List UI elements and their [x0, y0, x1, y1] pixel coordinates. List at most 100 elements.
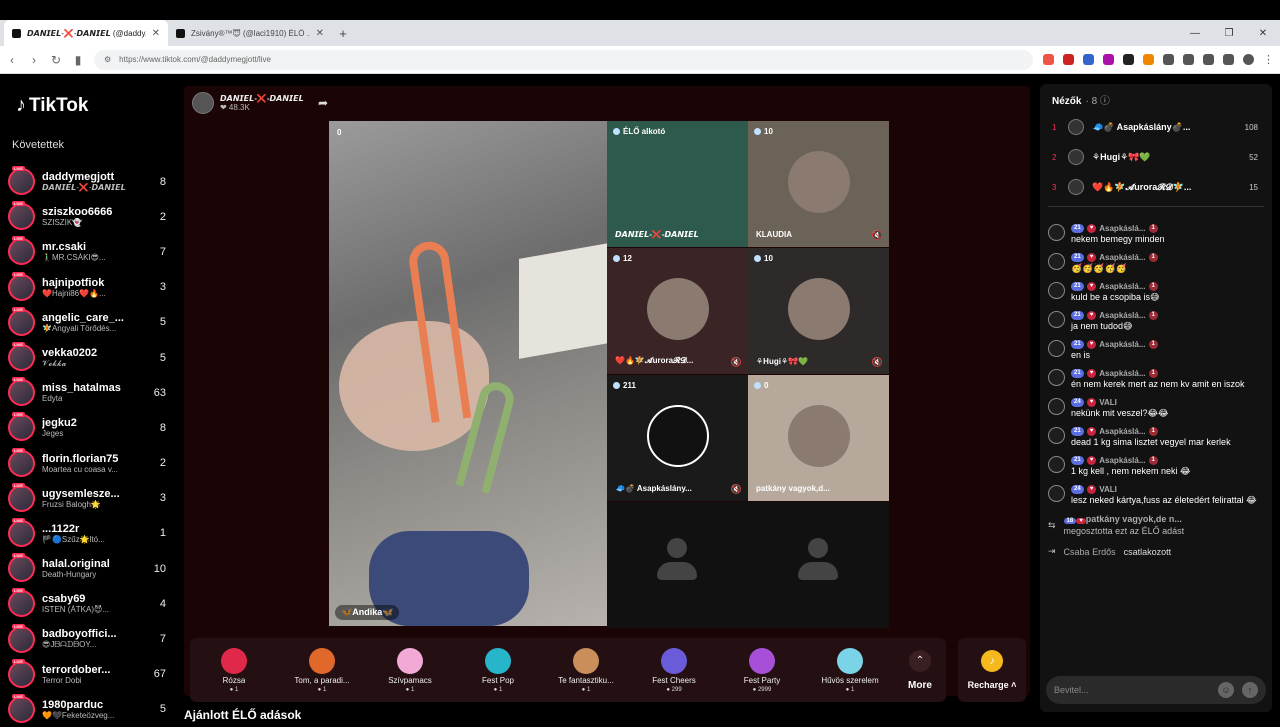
extension-icon[interactable] — [1183, 54, 1194, 65]
guest-tile[interactable]: 211 🧢💣 Asapkáslány... 🔇 — [607, 375, 748, 501]
menu-icon[interactable]: ⋮ — [1263, 53, 1274, 66]
following-item[interactable]: LIVE csaby69 ISTEN (ÁTKA)😈... 4 — [8, 586, 174, 621]
gift-item[interactable]: Szívpamacs ● 1 — [366, 647, 454, 693]
following-name: halal.original — [42, 558, 110, 571]
viewers-title: Nézők · 8 ⓘ — [1052, 96, 1110, 107]
new-tab-button[interactable]: + — [332, 20, 354, 46]
host-info[interactable]: 𝘿𝘼𝙉𝙄𝙀𝙇-❌-𝘿𝘼𝙉𝙄𝙀𝙇 ❤ 48.3K — [192, 92, 304, 114]
top-viewer-row[interactable]: 2 ⚘Hugi⚘🎀💚 52 — [1040, 142, 1272, 172]
heart-badge: ♥ — [1086, 369, 1097, 378]
extension-icon[interactable] — [1043, 54, 1054, 65]
following-item[interactable]: LIVE ugysemlesze... Fruzsi Balogh🌟 3 — [8, 481, 174, 516]
chat-message[interactable]: 21 ♥ Asapkáslá... 1 kuld be a csopiba is… — [1048, 282, 1266, 303]
forward-icon[interactable]: › — [28, 53, 40, 67]
guest-tile[interactable]: 12 ❤️🔥🧚𝓐urora𝓡𝓓... 🔇 — [607, 248, 748, 374]
chat-message[interactable]: 21 ♥ Asapkáslá... 1 ja nem tudod😅 — [1048, 311, 1266, 332]
chat-message[interactable]: 24 ♥ VALI lesz neked kártya,fuss az élet… — [1048, 485, 1266, 506]
back-icon[interactable]: ‹ — [6, 53, 18, 67]
reload-icon[interactable]: ↻ — [50, 53, 62, 67]
following-item[interactable]: LIVE terrordober... Terror Dobi 67 — [8, 657, 174, 692]
following-item[interactable]: LIVE badboyoffici... 😎JᗷᗩᗪᗷOY... 7 — [8, 621, 174, 656]
following-item[interactable]: LIVE vekka0202 𝓥𝓮𝓴𝓴𝓪 5 — [8, 340, 174, 375]
following-name: mr.csaki — [42, 241, 87, 254]
share-icon[interactable]: ➦ — [318, 96, 328, 110]
following-item[interactable]: LIVE miss_hatalmas Edyta 63 — [8, 375, 174, 410]
gift-item[interactable]: Fest Pop ● 1 — [454, 647, 542, 693]
bookmark-icon[interactable]: ▮ — [72, 53, 84, 67]
following-item[interactable]: LIVE ...1122r 🏴🔵Szűz🌟ltó... 1 — [8, 516, 174, 551]
url-field[interactable]: ⚙ https://www.tiktok.com/@daddymegjott/l… — [94, 49, 1033, 70]
following-item[interactable]: LIVE halal.original Death-Hungary 10 — [8, 551, 174, 586]
following-item[interactable]: LIVE mr.csaki 🚶‍♂️MR.CSÁKI😎... 7 — [8, 234, 174, 269]
site-info-icon[interactable]: ⚙ — [104, 55, 111, 64]
profile-icon[interactable] — [1243, 54, 1254, 65]
avatar — [1048, 485, 1065, 502]
following-item[interactable]: LIVE 1980parduc 🧡🖤Feketeözveg... 5 — [8, 692, 174, 727]
gift-icon — [397, 647, 423, 674]
more-gifts-button[interactable]: ⌃ More — [894, 649, 946, 691]
host-avatar[interactable] — [192, 92, 214, 114]
gift-item[interactable]: Fest Cheers ● 299 — [630, 647, 718, 693]
browser-tab[interactable]: Zsivány®™😇 (@laci1910) ÉLŐ ... ✕ — [168, 20, 332, 46]
guest-tile[interactable]: 0 patkány vagyok,d... — [748, 375, 889, 501]
empty-guest-slot[interactable] — [607, 502, 748, 628]
chat-message[interactable]: 24 ♥ VALI nekünk mit veszel?😂😂 — [1048, 398, 1266, 419]
guest-count: 211 — [613, 381, 636, 390]
top-viewer-row[interactable]: 3 ❤️🔥🧚𝓐urora𝓡𝓓🧚... 15 — [1040, 172, 1272, 202]
tiktok-logo[interactable]: ♪ TikTok — [16, 94, 88, 117]
chat-message[interactable]: 21 ♥ Asapkáslá... 1 1 kg kell , nem neke… — [1048, 456, 1266, 477]
guest-tile[interactable]: 10 KLAUDIA 🔇 — [748, 121, 889, 247]
extension-icon[interactable] — [1203, 54, 1214, 65]
browser-tab-active[interactable]: 𝘿𝘼𝙉𝙄𝙀𝙇-❌-𝘿𝘼𝙉𝙄𝙀𝙇 (@daddy... ✕ — [4, 20, 168, 46]
gift-icon — [749, 647, 775, 674]
extension-icon[interactable] — [1083, 54, 1094, 65]
following-item[interactable]: LIVE florin.florian75 Moartea cu coasa v… — [8, 446, 174, 481]
following-item[interactable]: LIVE hajnipotfiok ❤️Hajni86❤️🔥... 3 — [8, 270, 174, 305]
restore-icon[interactable]: ❐ — [1212, 20, 1246, 46]
guest-avatar — [647, 405, 709, 467]
extension-icon[interactable] — [1123, 54, 1134, 65]
guest-label: 𝘿𝘼𝙉𝙄𝙀𝙇-❌-𝘿𝘼𝙉𝙄𝙀𝙇 — [615, 230, 699, 239]
person-placeholder-icon — [657, 538, 697, 588]
chat-message[interactable]: 21 ♥ Asapkáslá... 1 dead 1 kg sima liszt… — [1048, 427, 1266, 448]
recharge-button[interactable]: ♪ Recharge ˄ — [958, 638, 1026, 702]
following-item[interactable]: LIVE jegku2 Jeges 8 — [8, 410, 174, 445]
chat-user: Asapkáslá... — [1099, 456, 1146, 465]
following-item[interactable]: LIVE daddymegjott 𝘿𝘼𝙉𝙄𝙀𝙇-❌-𝘿𝘼𝙉𝙄𝙀𝙇 8 — [8, 164, 174, 199]
avatar: LIVE — [8, 517, 35, 547]
chat-message[interactable]: 21 ♥ Asapkáslá... 1 en is — [1048, 340, 1266, 361]
tiktok-favicon-icon — [176, 28, 185, 38]
close-tab-icon[interactable]: ✕ — [316, 28, 324, 39]
close-window-icon[interactable]: ✕ — [1246, 20, 1280, 46]
extension-icon[interactable] — [1223, 54, 1234, 65]
share-event: ⇆ 18 ♥ patkány vagyok,de n... megosztotta … — [1048, 514, 1185, 536]
empty-guest-slot[interactable] — [748, 502, 889, 628]
top-viewer-row[interactable]: 1 🧢💣 Asapkáslány💣... 108 — [1040, 112, 1272, 142]
gift-item[interactable]: Hűvös szerelem ● 1 — [806, 647, 894, 693]
chat-message[interactable]: 21 ♥ Asapkáslá... 1 nekem bemegy minden — [1048, 224, 1266, 245]
extension-icon[interactable] — [1063, 54, 1074, 65]
chat-message[interactable]: 21 ♥ Asapkáslá... 1 én nem kerek mert az… — [1048, 369, 1266, 390]
chat-input[interactable] — [1054, 685, 1210, 695]
main-guest-video[interactable]: 0 🦋Andika🦋 — [329, 121, 607, 626]
extension-icon[interactable] — [1143, 54, 1154, 65]
guest-tile[interactable]: 10 ⚘Hugi⚘🎀💚 🔇 — [748, 248, 889, 374]
extension-icon[interactable] — [1163, 54, 1174, 65]
send-icon[interactable]: ↑ — [1242, 682, 1258, 698]
guest-count: 0 — [754, 381, 768, 390]
gift-item[interactable]: Rózsa ● 1 — [190, 647, 278, 693]
minimize-icon[interactable]: — — [1178, 20, 1212, 46]
chat-message[interactable]: 21 ♥ Asapkáslá... 1 🥳🥳🥳🥳🥳 — [1048, 253, 1266, 274]
guest-tile[interactable]: ÉLŐ alkotó 𝘿𝘼𝙉𝙄𝙀𝙇-❌-𝘿𝘼𝙉𝙄𝙀𝙇 — [607, 121, 748, 247]
gift-item[interactable]: Tom, a paradi... ● 1 — [278, 647, 366, 693]
extension-icon[interactable] — [1103, 54, 1114, 65]
following-desc: 🏴🔵Szűz🌟ltó... — [42, 534, 105, 544]
join-event: ⇥ Csaba Erdős csatlakozott — [1048, 546, 1266, 557]
chat-user: Asapkáslá... — [1099, 253, 1146, 262]
following-item[interactable]: LIVE angelic_care_... 🧚Angyali Törődés..… — [8, 305, 174, 340]
emoji-icon[interactable]: ☺ — [1218, 682, 1234, 698]
gift-item[interactable]: Te fantasztiku... ● 1 — [542, 647, 630, 693]
following-item[interactable]: LIVE sziszkoo6666 SZISZIK👻 2 — [8, 199, 174, 234]
gift-item[interactable]: Fest Party ● 2999 — [718, 647, 806, 693]
close-tab-icon[interactable]: ✕ — [152, 28, 160, 39]
